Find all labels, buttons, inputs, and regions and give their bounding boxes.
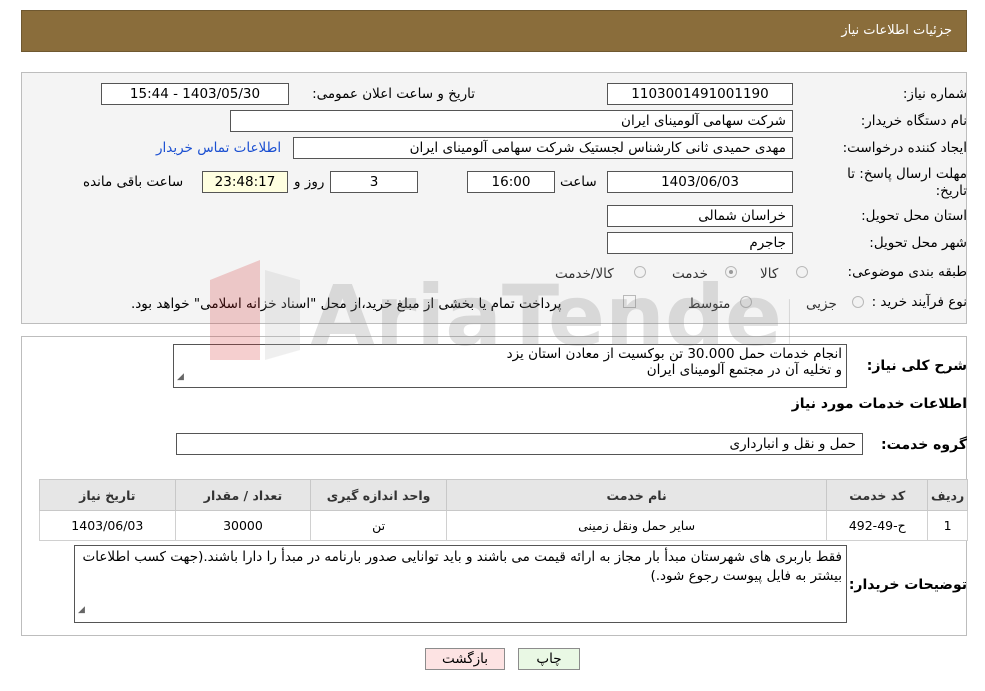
purchase-option-minor: جزیی [806, 296, 837, 312]
delivery-city-field[interactable]: جاجرم [607, 232, 793, 254]
col-row-number: ردیف [927, 479, 968, 511]
cell-unit: تن [310, 510, 447, 541]
buyer-notes-text: فقط باربری های شهرستان مبدأ بار مجاز به … [82, 549, 842, 584]
category-label: طبقه بندی موضوعی: [847, 264, 967, 280]
service-group-field[interactable]: حمل و نقل و انبارداری [176, 433, 863, 455]
services-table: ردیف کد خدمت نام خدمت واحد اندازه گیری ت… [39, 479, 968, 541]
cell-need-date: 1403/06/03 [39, 510, 176, 541]
col-unit: واحد اندازه گیری [310, 479, 447, 511]
buyer-notes-textarea[interactable]: فقط باربری های شهرستان مبدأ بار مجاز به … [74, 545, 847, 623]
remaining-label: ساعت باقی مانده [83, 174, 184, 190]
back-button[interactable]: بازگشت [425, 648, 505, 670]
table-header-row: ردیف کد خدمت نام خدمت واحد اندازه گیری ت… [39, 479, 968, 511]
category-radio-service[interactable] [725, 266, 737, 278]
service-group-label: گروه خدمت: [881, 437, 967, 453]
page-title: جزئیات اطلاعات نیاز [841, 23, 952, 38]
deadline-label-line2: تاریخ: [935, 183, 967, 199]
buyer-contact-link[interactable]: اطلاعات تماس خریدار [156, 140, 281, 156]
buyer-org-field[interactable]: شرکت سهامی آلومینای ایران [230, 110, 793, 132]
resize-grip-icon[interactable]: ◢ [78, 601, 85, 620]
treasury-payment-checkbox[interactable] [623, 295, 636, 308]
need-number-label: شماره نیاز: [902, 86, 967, 102]
summary-textarea[interactable]: انجام خدمات حمل 30.000 تن بوکسیت از معاد… [173, 344, 847, 388]
print-button[interactable]: چاپ [518, 648, 580, 670]
announce-datetime-label: تاریخ و ساعت اعلان عمومی: [312, 86, 475, 102]
purchase-radio-medium[interactable] [740, 296, 752, 308]
delivery-city-label: شهر محل تحویل: [869, 235, 967, 251]
treasury-payment-note: پرداخت تمام یا بخشی از مبلغ خرید،از محل … [131, 296, 562, 312]
summary-line-2: و تخلیه آن در مجتمع آلومینای ایران [646, 362, 842, 378]
announce-datetime-field[interactable]: 1403/05/30 - 15:44 [101, 83, 289, 105]
category-radio-goods[interactable] [796, 266, 808, 278]
cell-row-number: 1 [927, 510, 968, 541]
page-header: جزئیات اطلاعات نیاز [21, 10, 967, 52]
col-need-date: تاریخ نیاز [39, 479, 176, 511]
services-section-title: اطلاعات خدمات مورد نیاز [791, 396, 967, 412]
cell-service-code: ح-49-492 [826, 510, 929, 541]
category-option-service: خدمت [672, 266, 708, 282]
category-radio-goods-service[interactable] [634, 266, 646, 278]
resize-grip-icon[interactable]: ◢ [177, 369, 184, 385]
deadline-time-field[interactable]: 16:00 [467, 171, 555, 193]
delivery-province-label: استان محل تحویل: [861, 208, 967, 224]
days-remaining-field[interactable]: 3 [330, 171, 418, 193]
category-option-goods-service: کالا/خدمت [555, 266, 614, 282]
purchase-radio-minor[interactable] [852, 296, 864, 308]
buyer-notes-label: توضیحات خریدار: [848, 577, 967, 593]
delivery-province-field[interactable]: خراسان شمالی [607, 205, 793, 227]
col-service-name: نام خدمت [445, 479, 828, 511]
requester-field[interactable]: مهدی حمیدی ثانی کارشناس لجستیک شرکت سهام… [293, 137, 793, 159]
days-label: روز و [294, 174, 325, 190]
col-service-code: کد خدمت [826, 479, 929, 511]
time-remaining-field[interactable]: 23:48:17 [202, 171, 288, 193]
deadline-label-line1: مهلت ارسال پاسخ: تا [847, 166, 967, 182]
col-quantity: تعداد / مقدار [174, 479, 312, 511]
cell-quantity: 30000 [174, 510, 312, 541]
need-number-field[interactable]: 1103001491001190 [607, 83, 793, 105]
category-option-goods: کالا [760, 266, 779, 282]
purchase-option-medium: متوسط [688, 296, 731, 312]
table-row[interactable]: 1 ح-49-492 سایر حمل ونقل زمینی تن 30000 … [39, 510, 968, 541]
summary-line-1: انجام خدمات حمل 30.000 تن بوکسیت از معاد… [506, 346, 842, 362]
deadline-date-field[interactable]: 1403/06/03 [607, 171, 793, 193]
deadline-time-label: ساعت [560, 174, 597, 190]
cell-service-name: سایر حمل ونقل زمینی [445, 510, 828, 541]
buyer-org-label: نام دستگاه خریدار: [860, 113, 967, 129]
purchase-type-label: نوع فرآیند خرید : [871, 294, 967, 310]
requester-label: ایجاد کننده درخواست: [842, 140, 967, 156]
summary-label: شرح کلی نیاز: [866, 358, 967, 374]
